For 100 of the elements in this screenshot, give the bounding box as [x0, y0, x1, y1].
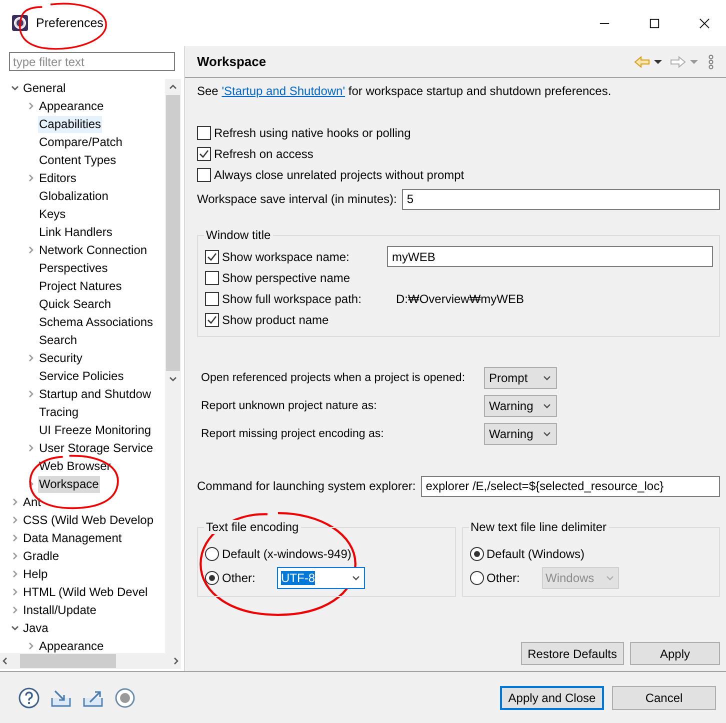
record-icon[interactable] — [114, 686, 136, 708]
input-field[interactable]: explorer /E,/select=${selected_resource_loc} — [420, 476, 720, 496]
forward-arrow-icon[interactable] — [670, 56, 686, 68]
tree-item[interactable]: Appearance — [38, 98, 105, 114]
expanded-chevron-icon[interactable] — [10, 83, 20, 93]
checkbox-label: Refresh using native hooks or polling — [214, 126, 411, 140]
page-button[interactable]: Apply — [630, 642, 720, 665]
startup-link[interactable]: 'Startup and Shutdown' — [222, 84, 346, 98]
combo-box[interactable]: UTF-8 — [277, 567, 365, 589]
scroll-left-icon[interactable] — [0, 656, 10, 666]
checkbox[interactable] — [205, 270, 219, 284]
collapsed-chevron-icon[interactable] — [10, 515, 20, 525]
tree-item[interactable]: Data Management — [22, 530, 123, 546]
window-title: Preferences — [36, 16, 104, 30]
expanded-chevron-icon[interactable] — [10, 623, 20, 633]
help-icon[interactable] — [18, 686, 40, 708]
dropdown[interactable]: Warning — [484, 395, 557, 417]
tree-item[interactable]: Web Browser — [38, 458, 112, 474]
tree-item[interactable]: Content Types — [38, 152, 118, 168]
tree-item[interactable]: Quick Search — [38, 296, 112, 312]
tree-item[interactable]: Help — [22, 566, 49, 582]
checkbox[interactable] — [197, 168, 211, 182]
collapsed-chevron-icon[interactable] — [10, 551, 20, 561]
horizontal-scrollbar[interactable] — [0, 653, 181, 669]
close-icon[interactable] — [699, 18, 710, 28]
group-legend: New text file line delimiter — [468, 520, 609, 534]
select-label: Report unknown project nature as: — [201, 400, 378, 412]
tree-item[interactable]: Capabilities — [38, 116, 102, 132]
select-label: Report missing project encoding as: — [201, 428, 385, 440]
checkbox[interactable] — [205, 292, 219, 306]
scroll-right-icon[interactable] — [171, 656, 181, 666]
tree-item[interactable]: Workspace — [38, 476, 100, 492]
tree-item[interactable]: Tracing — [38, 404, 80, 420]
tree-item[interactable]: Search — [38, 332, 78, 348]
collapsed-chevron-icon[interactable] — [26, 353, 36, 363]
collapsed-chevron-icon[interactable] — [26, 443, 36, 453]
maximize-icon[interactable] — [649, 18, 660, 28]
page-button[interactable]: Restore Defaults — [520, 642, 624, 665]
checkbox-label: Show product name — [222, 312, 330, 326]
checkbox-label: Show workspace name: — [222, 250, 350, 264]
dropdown[interactable]: Warning — [484, 423, 557, 445]
filter-field[interactable]: type filter text — [9, 52, 175, 71]
tree-item[interactable]: UI Freeze Monitoring — [38, 422, 152, 438]
collapsed-chevron-icon[interactable] — [10, 497, 20, 507]
tree-item[interactable]: Appearance — [38, 638, 105, 653]
tree-item[interactable]: User Storage Service — [38, 440, 154, 456]
dropdown[interactable]: Prompt — [484, 367, 557, 389]
collapsed-chevron-icon[interactable] — [10, 533, 20, 543]
tree-item[interactable]: HTML (Wild Web Devel — [22, 584, 149, 600]
chevron-down-icon — [542, 373, 552, 383]
tree-item[interactable]: Install/Update — [22, 602, 98, 618]
tree-item[interactable]: General — [22, 80, 67, 96]
checkbox-label: Show perspective name — [222, 270, 352, 284]
dialog-button[interactable]: Apply and Close — [500, 686, 604, 710]
input-field[interactable]: 5 — [402, 188, 720, 210]
tree-item[interactable]: Globalization — [38, 188, 110, 204]
page-title: Workspace — [197, 54, 266, 69]
tree-item[interactable]: Network Connection — [38, 242, 148, 258]
intro-text: See 'Startup and Shutdown' for workspace startup and shutdown preferences. — [197, 84, 612, 98]
more-icon[interactable] — [708, 54, 714, 70]
radio-button[interactable] — [205, 571, 219, 585]
collapsed-chevron-icon[interactable] — [26, 641, 36, 651]
collapsed-chevron-icon[interactable] — [26, 173, 36, 183]
tree-item[interactable]: CSS (Wild Web Develop — [22, 512, 154, 528]
radio-button[interactable] — [470, 571, 484, 585]
checkbox[interactable] — [205, 312, 219, 326]
checkbox[interactable] — [205, 250, 219, 264]
tree-item[interactable]: Schema Associations — [38, 314, 154, 330]
input-field[interactable]: myWEB — [387, 246, 713, 267]
collapsed-chevron-icon[interactable] — [10, 605, 20, 615]
collapsed-chevron-icon[interactable] — [26, 389, 36, 399]
field-label: Command for launching system explorer: — [197, 479, 416, 493]
tree-item[interactable]: Gradle — [22, 548, 60, 564]
tree-item[interactable]: Startup and Shutdow — [38, 386, 152, 402]
dropdown-icon[interactable] — [654, 58, 662, 66]
collapsed-chevron-icon[interactable] — [26, 245, 36, 255]
tree-item[interactable]: Link Handlers — [38, 224, 114, 240]
field-label: Workspace save interval (in minutes): — [197, 192, 397, 206]
collapsed-chevron-icon[interactable] — [10, 569, 20, 579]
tree-item[interactable]: Keys — [38, 206, 67, 222]
checkbox[interactable] — [197, 146, 211, 160]
vertical-scrollbar[interactable] — [165, 79, 181, 653]
select-label: Open referenced projects when a project is opened: — [201, 372, 466, 384]
collapsed-chevron-icon[interactable] — [26, 101, 36, 111]
tree-item[interactable]: Security — [38, 350, 84, 366]
checkbox[interactable] — [197, 126, 211, 140]
radio-label: Other: — [222, 571, 256, 585]
radio-button[interactable] — [205, 547, 219, 561]
collapsed-chevron-icon[interactable] — [10, 587, 20, 597]
tree-item[interactable]: Java — [22, 620, 50, 636]
tree-item[interactable]: Service Policies — [38, 368, 125, 384]
tree-item[interactable]: Perspectives — [38, 260, 109, 276]
radio-label: Default (Windows) — [486, 547, 585, 561]
dialog-button[interactable]: Cancel — [612, 686, 716, 710]
scroll-down-icon[interactable] — [168, 374, 178, 384]
tree-item[interactable]: Project Natures — [38, 278, 123, 294]
radio-button[interactable] — [470, 547, 484, 561]
tree-item[interactable]: Editors — [38, 170, 78, 186]
tree-item[interactable]: Compare/Patch — [38, 134, 124, 150]
chevron-down-icon — [542, 429, 552, 439]
